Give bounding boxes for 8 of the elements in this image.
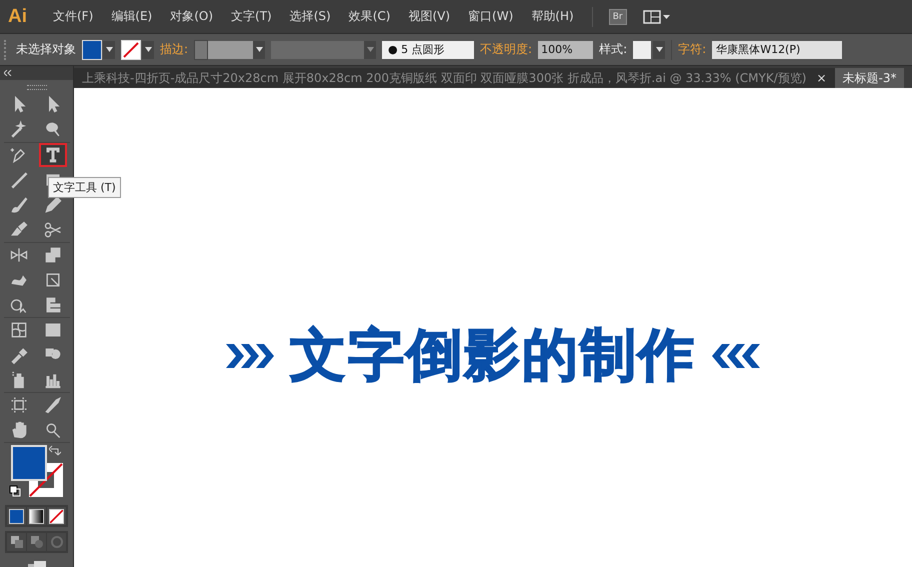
character-label: 字符: (678, 41, 706, 58)
tool-tooltip: 文字工具 (T) (48, 177, 121, 198)
app-logo: Ai (8, 6, 27, 28)
heading-text: 文字倒影的制作 (290, 326, 696, 386)
opacity-label: 不透明度: (480, 41, 532, 58)
selection-status: 未选择对象 (16, 41, 76, 58)
style-label: 样式: (599, 41, 628, 58)
stroke-label: 描边: (160, 41, 188, 58)
